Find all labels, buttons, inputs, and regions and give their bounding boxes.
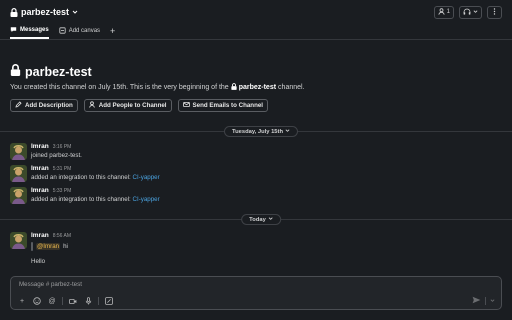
tab-messages-label: Messages	[20, 27, 49, 33]
message-bubble-icon	[10, 26, 17, 35]
send-emails-button[interactable]: Send Emails to Channel	[177, 99, 269, 112]
emoji-icon[interactable]	[32, 296, 42, 306]
message-timestamp[interactable]: 5:33 PM	[53, 188, 72, 194]
channel-intro: parbez-test You created this channel on …	[10, 64, 305, 112]
intro-channel-name: parbez-test	[25, 64, 92, 79]
add-people-label: Add People to Channel	[98, 102, 167, 109]
chevron-down-icon	[72, 7, 78, 17]
lock-icon	[10, 7, 18, 17]
message-author[interactable]: Imran	[31, 232, 49, 239]
send-controls	[472, 296, 495, 306]
message-meta: Imran 3:16 PM	[31, 143, 82, 150]
message-timestamp[interactable]: 8:56 AM	[53, 233, 71, 239]
tab-add-canvas[interactable]: Add canvas	[59, 23, 100, 39]
integration-link[interactable]: CI-yapper	[133, 196, 160, 203]
add-people-button[interactable]: Add People to Channel	[83, 99, 172, 112]
intro-description: You created this channel on July 15th. T…	[10, 83, 305, 92]
quoted-message[interactable]: @Imran hi	[31, 242, 71, 251]
send-divider	[485, 297, 486, 305]
avatar[interactable]	[10, 165, 27, 182]
date-divider-label: Tuesday, July 15th	[231, 128, 284, 135]
message-input[interactable]: Message # parbez-test	[19, 281, 82, 288]
message-author[interactable]: Imran	[31, 187, 49, 194]
message-text-content: added an integration to this channel:	[31, 174, 131, 181]
members-button[interactable]: 1	[433, 5, 454, 19]
message-meta: Imran 5:31 PM	[31, 165, 160, 172]
message-item[interactable]: Imran 8:56 AM @Imran hi	[10, 232, 71, 251]
avatar[interactable]	[10, 143, 27, 160]
message-author[interactable]: Imran	[31, 165, 49, 172]
channel-tabs: Messages Add canvas +	[0, 24, 512, 40]
quote-text: hi	[63, 243, 68, 250]
mention-icon[interactable]: @	[47, 296, 57, 306]
intro-desc-prefix: You created this channel on July 15th. T…	[10, 84, 229, 91]
tab-add-canvas-label: Add canvas	[68, 28, 101, 34]
chevron-down-icon	[285, 128, 290, 135]
date-divider-tuesday[interactable]: Tuesday, July 15th	[223, 126, 299, 137]
intro-desc-suffix: channel.	[278, 84, 305, 91]
message-reply-text: Hello	[31, 258, 46, 265]
message-author[interactable]: Imran	[31, 143, 49, 150]
integration-link[interactable]: CI-yapper	[133, 174, 160, 181]
add-tab-button[interactable]: +	[110, 23, 115, 39]
shortcuts-icon[interactable]	[104, 296, 114, 306]
message-text: added an integration to this channel: CI…	[31, 196, 160, 203]
intro-desc-channel[interactable]: parbez-test	[239, 84, 276, 91]
more-options-button[interactable]	[487, 5, 502, 19]
message-text-content: added an integration to this channel:	[31, 196, 131, 203]
add-description-label: Add Description	[25, 102, 73, 109]
tab-messages[interactable]: Messages	[10, 23, 49, 39]
pencil-icon	[15, 101, 22, 110]
message-meta: Imran 8:56 AM	[31, 232, 71, 239]
video-icon[interactable]	[68, 296, 78, 306]
message-timestamp[interactable]: 3:16 PM	[53, 144, 72, 150]
channel-header: parbez-test 1	[0, 0, 512, 24]
message-meta: Imran 5:33 PM	[31, 187, 160, 194]
lock-icon	[231, 83, 237, 92]
message-item[interactable]: Imran 5:31 PM added an integration to th…	[10, 165, 160, 182]
toolbar-divider	[98, 297, 99, 305]
quote-bar	[31, 242, 33, 251]
huddle-button[interactable]	[459, 5, 482, 19]
avatar[interactable]	[10, 232, 27, 249]
person-icon	[438, 7, 445, 17]
message-text: joined parbez-test.	[31, 152, 82, 159]
send-icon[interactable]	[472, 296, 481, 306]
microphone-icon[interactable]	[83, 296, 93, 306]
more-vertical-icon	[491, 7, 498, 17]
plus-icon: +	[110, 26, 116, 36]
canvas-icon	[59, 26, 66, 36]
plus-icon[interactable]: +	[17, 296, 27, 306]
add-person-icon	[89, 101, 96, 110]
toolbar-divider	[62, 297, 63, 305]
intro-actions: Add Description Add People to Channel Se…	[10, 99, 305, 112]
message-body: Imran 5:31 PM added an integration to th…	[31, 165, 160, 182]
date-divider-label: Today	[249, 216, 266, 223]
message-body: Imran 3:16 PM joined parbez-test.	[31, 143, 82, 160]
message-body: Imran 8:56 AM @Imran hi	[31, 232, 71, 251]
message-composer[interactable]: Message # parbez-test + @	[10, 276, 502, 310]
lock-icon	[10, 64, 21, 79]
message-item[interactable]: Imran 3:16 PM joined parbez-test.	[10, 143, 82, 160]
composer-toolbar: + @	[17, 296, 114, 306]
message-timestamp[interactable]: 5:31 PM	[53, 166, 72, 172]
email-icon	[182, 101, 190, 110]
message-text: added an integration to this channel: CI…	[31, 174, 160, 181]
chevron-down-icon	[268, 216, 273, 223]
intro-title: parbez-test	[10, 64, 305, 79]
message-item[interactable]: Imran 5:33 PM added an integration to th…	[10, 187, 160, 204]
headphones-icon	[463, 8, 471, 17]
chevron-down-icon	[473, 9, 478, 16]
channel-title-button[interactable]: parbez-test	[10, 7, 78, 17]
avatar[interactable]	[10, 187, 27, 204]
message-body: Imran 5:33 PM added an integration to th…	[31, 187, 160, 204]
channel-name: parbez-test	[21, 7, 70, 17]
chevron-down-icon[interactable]	[490, 298, 495, 305]
send-emails-label: Send Emails to Channel	[192, 102, 264, 109]
member-count: 1	[446, 9, 450, 15]
add-description-button[interactable]: Add Description	[10, 99, 78, 112]
date-divider-today[interactable]: Today	[241, 214, 281, 225]
user-mention[interactable]: @Imran	[36, 243, 61, 250]
